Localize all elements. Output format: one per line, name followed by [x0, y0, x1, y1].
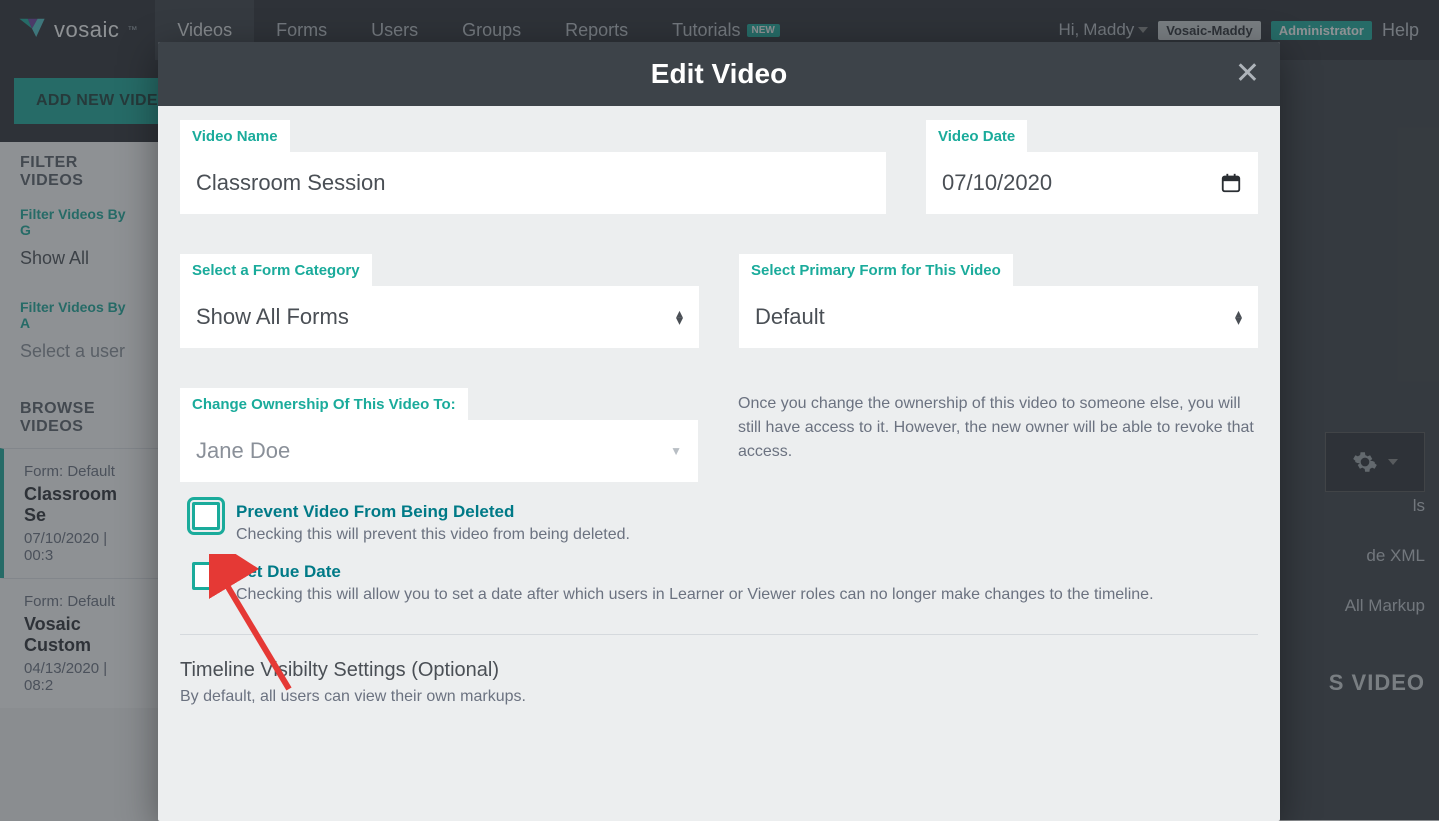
video-name-field: Video Name: [180, 120, 886, 214]
primary-form-select[interactable]: Default ▴▾: [739, 286, 1258, 348]
video-date-field: Video Date 07/10/2020: [926, 120, 1258, 214]
form-category-field: Select a Form Category Show All Forms ▴▾: [180, 254, 699, 348]
video-date-input[interactable]: 07/10/2020: [926, 152, 1258, 214]
edit-video-modal: Edit Video ✕ Video Name Video Date 07/10…: [158, 42, 1280, 821]
modal-header: Edit Video ✕: [158, 42, 1280, 106]
divider: [180, 634, 1258, 635]
form-category-label: Select a Form Category: [180, 254, 372, 287]
timeline-settings-title: Timeline Visibilty Settings (Optional): [180, 659, 1258, 682]
due-date-checkbox[interactable]: [192, 562, 220, 590]
prevent-delete-checkbox[interactable]: [192, 502, 220, 530]
prevent-delete-desc: Checking this will prevent this video fr…: [236, 526, 630, 544]
due-date-desc: Checking this will allow you to set a da…: [236, 586, 1154, 604]
ownership-select[interactable]: Jane Doe ▼: [180, 420, 698, 482]
due-date-title: Set Due Date: [236, 562, 1154, 582]
modal-title: Edit Video: [651, 58, 787, 90]
ownership-help-text: Once you change the ownership of this vi…: [738, 388, 1258, 464]
ownership-label: Change Ownership Of This Video To:: [180, 388, 468, 421]
close-icon[interactable]: ✕: [1235, 56, 1260, 91]
sort-icon: ▴▾: [676, 310, 683, 324]
video-name-label: Video Name: [180, 120, 290, 153]
prevent-delete-title: Prevent Video From Being Deleted: [236, 502, 630, 522]
timeline-settings-sub: By default, all users can view their own…: [180, 688, 1258, 706]
sort-icon: ▴▾: [1235, 310, 1242, 324]
ownership-field: Change Ownership Of This Video To: Jane …: [180, 388, 698, 482]
form-category-select[interactable]: Show All Forms ▴▾: [180, 286, 699, 348]
chevron-down-icon: ▼: [670, 444, 682, 458]
calendar-icon: [1220, 172, 1242, 194]
primary-form-field: Select Primary Form for This Video Defau…: [739, 254, 1258, 348]
video-name-input[interactable]: [180, 152, 886, 214]
primary-form-label: Select Primary Form for This Video: [739, 254, 1013, 287]
video-date-label: Video Date: [926, 120, 1027, 153]
